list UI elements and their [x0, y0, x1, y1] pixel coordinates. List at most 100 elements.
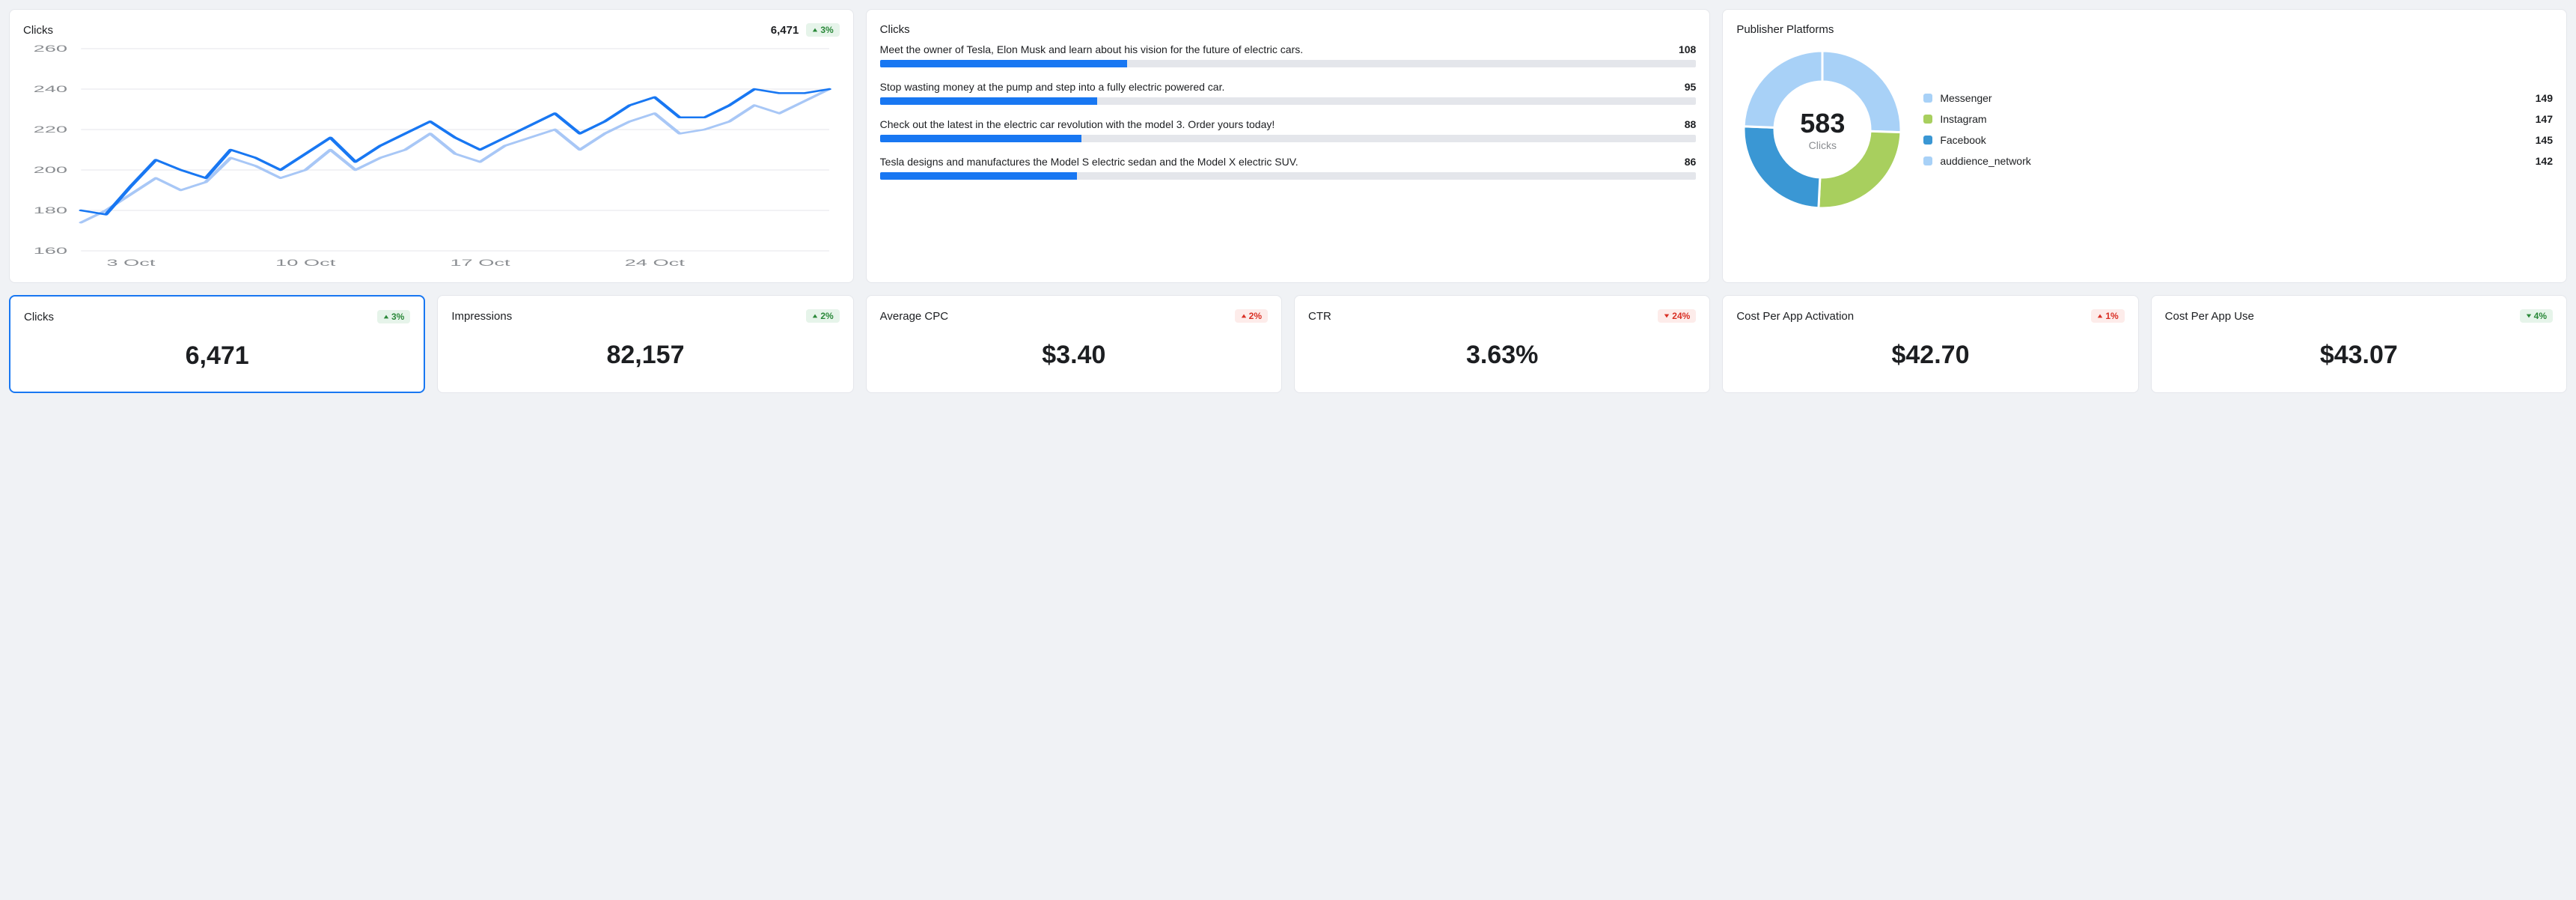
bar-fill: [880, 97, 1098, 105]
legend-item: Instagram 147: [1923, 109, 2553, 130]
legend-swatch: [1923, 136, 1932, 145]
svg-text:160: 160: [34, 246, 67, 256]
change-badge: 3%: [806, 23, 839, 37]
change-badge: 3%: [377, 310, 410, 323]
dashboard-grid: Clicks 6,471 3% 1601802002202402603 Oct1…: [9, 9, 2567, 393]
donut-legend: Messenger 149 Instagram 147 Facebook 145…: [1923, 88, 2553, 171]
svg-text:200: 200: [34, 165, 67, 175]
line-chart: 160 180 200 220 240 260 3 Oct 10 Oct 17 Oct 24 Oc…: [23, 44, 840, 269]
stat-value: 82,157: [451, 341, 839, 370]
card-title: Publisher Platforms: [1736, 23, 1834, 36]
donut-chart: 583 Clicks: [1736, 43, 1908, 216]
card-title: Clicks: [23, 24, 53, 37]
stat-title: Clicks: [24, 311, 54, 323]
caret-icon: [812, 311, 818, 321]
change-value: 4%: [2534, 311, 2547, 321]
legend-label: Messenger: [1940, 92, 1991, 104]
legend-value: 147: [2536, 113, 2553, 125]
change-value: 3%: [820, 25, 833, 35]
stat-value: 6,471: [24, 341, 410, 371]
bar-label: Meet the owner of Tesla, Elon Musk and l…: [880, 43, 1303, 55]
bars-list: Meet the owner of Tesla, Elon Musk and l…: [880, 43, 1697, 180]
clicks-total: 6,471: [771, 24, 799, 37]
caret-icon: [2097, 311, 2103, 321]
stat-card[interactable]: Cost Per App Use 4% $43.07: [2151, 295, 2567, 393]
stat-value: $43.07: [2165, 341, 2553, 370]
bar-fill: [880, 60, 1128, 67]
caret-up-icon: [812, 27, 818, 33]
legend-value: 149: [2536, 92, 2553, 104]
bar-value: 86: [1685, 156, 1697, 168]
change-badge: 2%: [1235, 309, 1268, 323]
bar-label: Check out the latest in the electric car…: [880, 118, 1275, 130]
svg-text:3 Oct: 3 Oct: [106, 258, 155, 268]
legend-label: Facebook: [1940, 134, 1986, 146]
donut-center-value: 583: [1800, 108, 1845, 139]
stat-title: CTR: [1308, 310, 1331, 323]
stat-card[interactable]: Clicks 3% 6,471: [9, 295, 425, 393]
legend-item: auddience_network 142: [1923, 150, 2553, 171]
card-header: Clicks: [880, 23, 1697, 36]
bar-item: Check out the latest in the electric car…: [880, 118, 1697, 142]
bar-label: Tesla designs and manufactures the Model…: [880, 156, 1298, 168]
caret-icon: [2526, 311, 2532, 321]
stat-card[interactable]: Impressions 2% 82,157: [437, 295, 853, 393]
stat-value: 3.63%: [1308, 341, 1696, 370]
legend-label: auddience_network: [1940, 155, 2030, 167]
bar-track: [880, 172, 1697, 180]
bar-value: 108: [1679, 43, 1696, 55]
donut-center-label: Clicks: [1809, 139, 1837, 151]
stat-card[interactable]: CTR 24% 3.63%: [1294, 295, 1710, 393]
change-value: 3%: [391, 311, 404, 322]
card-title: Clicks: [880, 23, 910, 36]
stat-title: Cost Per App Activation: [1736, 310, 1854, 323]
legend-item: Facebook 145: [1923, 130, 2553, 150]
change-value: 1%: [2105, 311, 2118, 321]
legend-swatch: [1923, 156, 1932, 165]
bar-track: [880, 97, 1697, 105]
legend-swatch: [1923, 94, 1932, 103]
stat-value: $3.40: [880, 341, 1268, 370]
legend-value: 142: [2536, 155, 2553, 167]
svg-text:17 Oct: 17 Oct: [450, 258, 510, 268]
bar-item: Tesla designs and manufactures the Model…: [880, 156, 1697, 180]
stat-card[interactable]: Cost Per App Activation 1% $42.70: [1722, 295, 2138, 393]
stat-card[interactable]: Average CPC 2% $3.40: [866, 295, 1282, 393]
legend-item: Messenger 149: [1923, 88, 2553, 109]
caret-icon: [1664, 311, 1670, 321]
change-value: 24%: [1672, 311, 1690, 321]
bar-item: Meet the owner of Tesla, Elon Musk and l…: [880, 43, 1697, 67]
stat-title: Cost Per App Use: [2165, 310, 2254, 323]
publisher-platforms-card: Publisher Platforms 583 Clicks Messenger…: [1722, 9, 2567, 283]
stat-title: Average CPC: [880, 310, 948, 323]
bar-value: 95: [1685, 81, 1697, 93]
svg-text:220: 220: [34, 125, 67, 135]
change-badge: 2%: [806, 309, 839, 323]
change-value: 2%: [1249, 311, 1262, 321]
stat-value: $42.70: [1736, 341, 2124, 370]
caret-icon: [383, 311, 389, 322]
svg-text:180: 180: [34, 206, 67, 216]
bar-fill: [880, 172, 1077, 180]
bar-fill: [880, 135, 1081, 142]
svg-text:10 Oct: 10 Oct: [275, 258, 335, 268]
caret-icon: [1241, 311, 1247, 321]
change-badge: 4%: [2520, 309, 2553, 323]
legend-value: 145: [2536, 134, 2553, 146]
change-value: 2%: [820, 311, 833, 321]
svg-text:240: 240: [34, 85, 67, 94]
legend-swatch: [1923, 115, 1932, 124]
svg-text:260: 260: [34, 44, 67, 54]
bar-track: [880, 135, 1697, 142]
change-badge: 24%: [1658, 309, 1696, 323]
svg-text:24 Oct: 24 Oct: [625, 258, 685, 268]
bar-item: Stop wasting money at the pump and step …: [880, 81, 1697, 105]
card-header: Publisher Platforms: [1736, 23, 2553, 36]
stat-title: Impressions: [451, 310, 512, 323]
card-header: Clicks 6,471 3%: [23, 23, 840, 37]
clicks-line-chart-card: Clicks 6,471 3% 1601802002202402603 Oct1…: [9, 9, 854, 283]
donut-center: 583 Clicks: [1736, 43, 1908, 216]
bar-value: 88: [1685, 118, 1697, 130]
donut-layout: 583 Clicks Messenger 149 Instagram 147 F…: [1736, 43, 2553, 216]
change-badge: 1%: [2091, 309, 2124, 323]
